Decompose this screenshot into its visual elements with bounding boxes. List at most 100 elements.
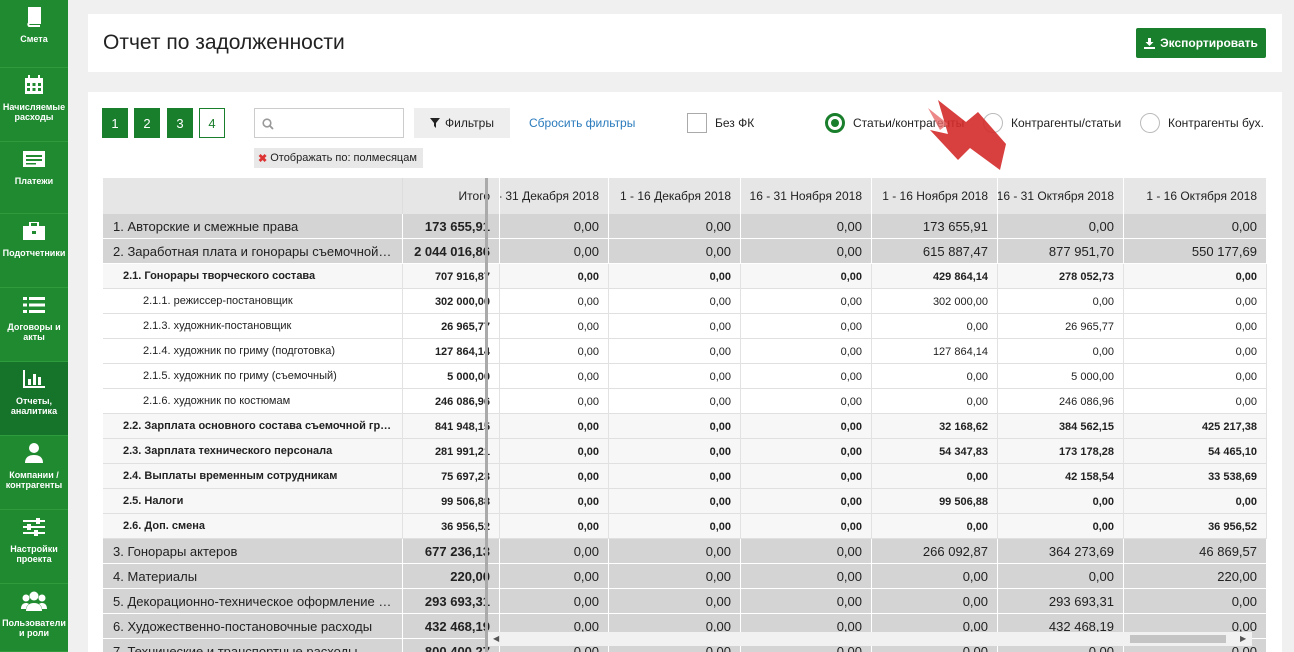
row-period-value: 0,00 — [872, 564, 998, 589]
scroll-right-arrow[interactable]: ▶ — [1240, 634, 1246, 643]
sidebar-item-1[interactable]: Начисляемые расходы — [0, 68, 68, 142]
row-period-value: 0,00 — [741, 589, 872, 614]
page-header: Отчет по задолженности Экспортировать — [88, 14, 1282, 72]
row-period-value: 99 506,88 — [872, 489, 998, 514]
sidebar-item-label: Компании / контрагенты — [5, 470, 63, 490]
table-row[interactable]: 2.1.1. режиссер-постановщик 302 000,00 0,0… — [103, 289, 1267, 314]
sidebar-item-0[interactable]: Смета — [0, 0, 68, 68]
chip-label: Отображать по: — [270, 152, 351, 164]
row-period-value: 0,00 — [500, 489, 609, 514]
row-name: 2.1.5. художник по гриму (съемочный) — [103, 364, 403, 389]
search-icon — [262, 118, 274, 130]
table-row[interactable]: 2.1.5. художник по гриму (съемочный) 5 00… — [103, 364, 1267, 389]
table-row[interactable]: 2.5. Налоги 99 506,88 0,00 0,00 0,00 99 506,8… — [103, 489, 1267, 514]
sidebar-item-2[interactable]: Платежи — [0, 142, 68, 214]
sidebar-item-label: Отчеты, аналитика — [10, 396, 58, 416]
row-period-value: 0,00 — [741, 514, 872, 539]
row-period-value: 0,00 — [741, 489, 872, 514]
row-period-value: 32 168,62 — [872, 414, 998, 439]
sidebar-item-7[interactable]: Настройки проекта — [0, 510, 68, 584]
row-period-value: 0,00 — [500, 514, 609, 539]
table-row[interactable]: 2.2. Зарплата основного состава съемочно… — [103, 414, 1267, 439]
table-row[interactable]: 4. Материалы 220,00 0,00 0,00 0,00 0,00 0,00 22… — [103, 564, 1267, 589]
row-period-value: 0,00 — [609, 539, 741, 564]
row-period-value: 278 052,73 — [998, 264, 1124, 289]
row-period-value: 0,00 — [609, 439, 741, 464]
row-period-value: 127 864,14 — [872, 339, 998, 364]
row-period-value: 0,00 — [609, 414, 741, 439]
page-button-1[interactable]: 1 — [102, 108, 128, 138]
table-row[interactable]: 5. Декорационно-техническое оформление о… — [103, 589, 1267, 614]
row-name: 2.1. Гонорары творческого состава — [103, 264, 403, 289]
sidebar-item-label: Подотчетники — [2, 248, 66, 258]
without-fk-checkbox[interactable] — [687, 113, 707, 133]
row-period-value: 0,00 — [998, 489, 1124, 514]
table-row[interactable]: 3. Гонорары актеров 677 236,13 0,00 0,00 0,0… — [103, 539, 1267, 564]
sidebar-item-3[interactable]: Подотчетники — [0, 214, 68, 288]
row-period-value: 0,00 — [1124, 364, 1267, 389]
row-period-value: 364 273,69 — [998, 539, 1124, 564]
row-period-value: 0,00 — [609, 364, 741, 389]
sidebar-item-8[interactable]: Пользователи и роли — [0, 584, 68, 652]
row-period-value: 550 177,69 — [1124, 239, 1267, 264]
filters-button[interactable]: Фильтры — [414, 108, 510, 138]
table-row[interactable]: 2. Заработная плата и гонорары съемочной… — [103, 239, 1267, 264]
row-period-value: 54 347,83 — [872, 439, 998, 464]
row-period-value: 0,00 — [872, 314, 998, 339]
page-button-2[interactable]: 2 — [134, 108, 160, 138]
row-period-value: 0,00 — [1124, 289, 1267, 314]
sidebar: Смета Начисляемые расходы Платежи Подотчетн… — [0, 0, 68, 652]
table-row[interactable]: 2.1. Гонорары творческого состава 707 916… — [103, 264, 1267, 289]
row-period-value: 0,00 — [872, 389, 998, 414]
row-period-value: 0,00 — [741, 539, 872, 564]
sidebar-item-6[interactable]: Компании / контрагенты — [0, 436, 68, 510]
scroll-left-arrow[interactable]: ◀ — [493, 634, 499, 643]
table-row[interactable]: 2.4. Выплаты временным сотрудникам 75 697… — [103, 464, 1267, 489]
sidebar-item-4[interactable]: Договоры и акты — [0, 288, 68, 362]
table-row[interactable]: 2.1.6. художник по костюмам 246 086,96 0,0… — [103, 389, 1267, 414]
radio-articles-contractors[interactable] — [825, 113, 845, 133]
row-period-value: 0,00 — [1124, 264, 1267, 289]
row-period-value: 173 178,28 — [998, 439, 1124, 464]
header-period: 1 - 16 Декабря 2018 — [609, 178, 741, 214]
row-name: 3. Гонорары актеров — [103, 539, 403, 564]
page-button-3[interactable]: 3 — [167, 108, 193, 138]
row-period-value: 220,00 — [1124, 564, 1267, 589]
row-period-value: 0,00 — [1124, 589, 1267, 614]
row-period-value: 0,00 — [500, 339, 609, 364]
sidebar-item-5[interactable]: Отчеты, аналитика — [0, 362, 68, 436]
person-icon — [25, 442, 43, 464]
row-period-value: 0,00 — [741, 389, 872, 414]
row-period-value: 293 693,31 — [998, 589, 1124, 614]
row-period-value: 0,00 — [500, 539, 609, 564]
table-row[interactable]: 2.3. Зарплата технического персонала 281 … — [103, 439, 1267, 464]
row-period-value: 0,00 — [872, 364, 998, 389]
horizontal-scrollbar[interactable]: ◀ ▶ — [488, 632, 1252, 646]
scrollbar-thumb[interactable] — [1130, 635, 1226, 643]
row-name: 2.6. Доп. смена — [103, 514, 403, 539]
table-row[interactable]: 1. Авторские и смежные права 173 655,91 0,… — [103, 214, 1267, 239]
row-name: 5. Декорационно-техническое оформление о… — [103, 589, 403, 614]
report-panel: 1 2 3 4 Фильтры Сбросить фильтры Без ФК … — [88, 92, 1282, 652]
row-period-value: 33 538,69 — [1124, 464, 1267, 489]
row-period-value: 615 887,47 — [872, 239, 998, 264]
page-button-4[interactable]: 4 — [199, 108, 225, 138]
search-input[interactable] — [254, 108, 404, 138]
table-row[interactable]: 2.6. Доп. смена 36 956,52 0,00 0,00 0,00 0,00… — [103, 514, 1267, 539]
header-period: 16 - 31 Декабря 2018 — [500, 178, 609, 214]
remove-filter-icon[interactable]: ✖ — [258, 152, 267, 165]
frozen-column-splitter[interactable] — [485, 178, 488, 652]
row-period-value: 46 869,57 — [1124, 539, 1267, 564]
radio-contractors-accounting-label: Контрагенты бух. — [1168, 116, 1264, 130]
header-name-column — [103, 178, 403, 214]
export-button[interactable]: Экспортировать — [1136, 28, 1266, 58]
table-row[interactable]: 2.1.3. художник-постановщик 26 965,77 0,00… — [103, 314, 1267, 339]
row-period-value: 0,00 — [500, 239, 609, 264]
row-period-value: 173 655,91 — [872, 214, 998, 239]
row-name: 6. Художественно-постановочные расходы — [103, 614, 403, 639]
radio-contractors-accounting[interactable] — [1140, 113, 1160, 133]
table-row[interactable]: 2.1.4. художник по гриму (подготовка) 127… — [103, 339, 1267, 364]
row-period-value: 0,00 — [609, 464, 741, 489]
reset-filters-link[interactable]: Сбросить фильтры — [529, 116, 635, 130]
red-pointer-arrow-icon — [928, 100, 1006, 170]
